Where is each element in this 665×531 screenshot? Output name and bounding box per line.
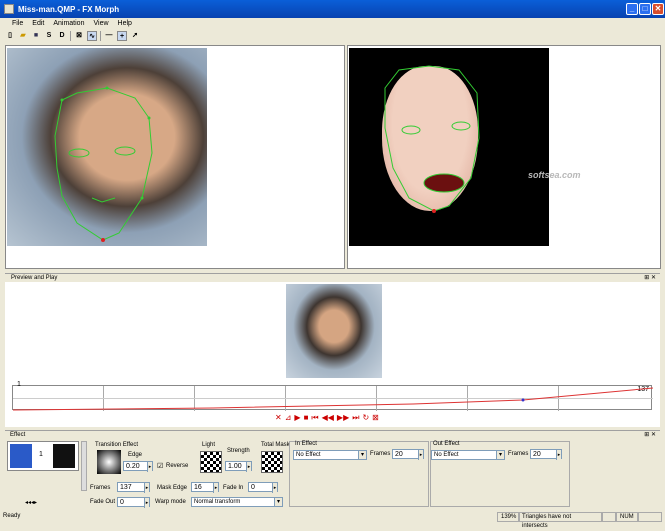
menu-bar: File Edit Animation View Help [0,18,665,29]
maximize-button[interactable]: □ [639,3,651,15]
curve-tool-icon[interactable]: ∿ [87,31,97,41]
play-icon[interactable]: ▶ [294,413,300,423]
in-frames-input[interactable]: 20 ▸ [392,449,424,460]
delete-key-icon[interactable]: ✕ [275,413,282,423]
warp-mode-select[interactable]: Normal transform ▾ [191,497,283,507]
source-face-image[interactable] [7,48,207,246]
export-icon[interactable]: ⊠ [372,413,379,423]
target-face-image[interactable] [349,48,549,246]
title-bar: Miss-man.QMP - FX Morph _ □ ✕ [0,0,665,18]
status-message: Triangles have not intersects [518,512,602,529]
pair-number: 1 [39,451,43,458]
playback-controls: ✕ ⊿ ▶ ■ ⏮ ◀◀ ▶▶ ⏭ ↻ ⊠ [275,413,379,423]
out-frames-label: Frames [508,451,529,457]
effect-panel: 1 ◂◂◂▸ Transition Effect Edge 0.20 ▸ ☑ Re… [5,439,660,510]
reverse-checkbox[interactable]: ☑ [157,462,163,470]
rewind-icon[interactable]: ◀◀ [322,413,334,423]
zoom-level: 139% [497,512,521,522]
light-label: Light [202,442,216,448]
num-lock-indicator: NUM [616,512,638,522]
toolbar: ▯ ▰ ■ S D ⊠ ∿ — + ➚ [5,30,140,42]
minimize-button[interactable]: _ [626,3,638,15]
effect-panel-title: Effect [10,432,26,438]
transition-preview[interactable] [97,450,121,474]
save-as-button[interactable]: S [44,31,54,41]
loop-icon[interactable]: ↻ [362,413,369,423]
new-file-icon[interactable]: ▯ [5,31,15,41]
last-frame-icon[interactable]: ⏭ [352,413,359,423]
morph-pair-thumbnails[interactable]: 1 [7,441,79,471]
source-thumbnail[interactable] [10,444,32,468]
line-tool-icon[interactable]: — [104,31,114,41]
status-empty-cell [602,512,616,522]
total-mask-swatch[interactable] [261,451,283,473]
source-image-pane[interactable] [5,45,345,269]
fade-out-input[interactable]: 0 ▸ [117,497,150,508]
add-key-icon[interactable]: ⊿ [285,413,292,423]
status-ready: Ready [3,513,21,519]
menu-edit[interactable]: Edit [32,20,44,27]
out-effect-label: Out Effect [433,441,460,447]
edge-label: Edge [128,452,143,458]
edge-input[interactable]: 0.20 ▸ [123,461,153,472]
preview-panel-header: Preview and Play ⊞ ✕ [5,273,660,282]
effect-panel-header: Effect ⊞ ✕ [5,430,660,439]
timeline[interactable]: 1 137 [12,381,653,411]
d-button[interactable]: D [57,31,67,41]
out-frames-input[interactable]: 20 ▸ [530,449,562,460]
mask-edge-input[interactable]: 16 ▸ [191,482,219,493]
fast-forward-icon[interactable]: ▶▶ [337,413,349,423]
thumbnail-scrollbar[interactable] [81,441,87,491]
panel-pin-close-icon[interactable]: ⊞ ✕ [644,431,656,438]
watermark-text: softsea.com [528,170,581,180]
strength-input[interactable]: 1.00 ▸ [225,461,252,472]
menu-file[interactable]: File [12,20,23,27]
status-empty-cell [638,512,662,522]
app-icon [4,4,14,14]
preview-panel: 1 137 ✕ ⊿ ▶ ■ ⏮ ◀◀ ▶▶ ⏭ ↻ ⊠ [5,282,660,427]
warp-mode-label: Warp mode [155,499,186,505]
save-icon[interactable]: ■ [31,31,41,41]
toolbar-divider [100,31,101,41]
preview-panel-title: Preview and Play [11,275,58,281]
window-title: Miss-man.QMP - FX Morph [18,4,120,14]
menu-view[interactable]: View [93,20,108,27]
light-swatch[interactable] [200,451,222,473]
point-tool-icon[interactable]: + [117,31,127,41]
total-mask-label: Total Mask [261,442,290,448]
status-bar: Ready 139% Triangles have not intersects… [0,511,665,529]
stop-icon[interactable]: ■ [304,413,309,423]
thumbnail-nav-icons[interactable]: ◂◂◂▸ [25,499,37,506]
out-effect-select[interactable]: No Effect ▾ [431,450,505,460]
close-button[interactable]: ✕ [652,3,664,15]
grid-icon[interactable]: ⊠ [74,31,84,41]
transition-effect-label: Transition Effect [95,442,139,448]
mask-edge-label: Mask Edge [157,485,188,491]
frames-label: Frames [90,485,111,491]
target-image-pane[interactable]: softsea.com [347,45,661,269]
preview-morph-image [286,284,382,378]
strength-label: Strength [227,448,250,454]
open-folder-icon[interactable]: ▰ [18,31,28,41]
target-thumbnail[interactable] [53,444,75,468]
toolbar-divider [70,31,71,41]
in-frames-label: Frames [370,451,391,457]
in-effect-select[interactable]: No Effect ▾ [293,450,367,460]
panel-pin-close-icon[interactable]: ⊞ ✕ [644,274,656,281]
frames-input[interactable]: 137 ▸ [117,482,150,493]
pointer-icon[interactable]: ➚ [130,31,140,41]
fade-in-input[interactable]: 0 ▸ [248,482,278,493]
first-frame-icon[interactable]: ⏮ [311,413,318,423]
reverse-label: Reverse [166,463,189,469]
fade-in-label: Fade In [223,485,244,491]
in-effect-label: In Effect [295,441,317,447]
menu-help[interactable]: Help [118,20,132,27]
menu-animation[interactable]: Animation [53,20,84,27]
fade-out-label: Fade Out [90,499,116,505]
